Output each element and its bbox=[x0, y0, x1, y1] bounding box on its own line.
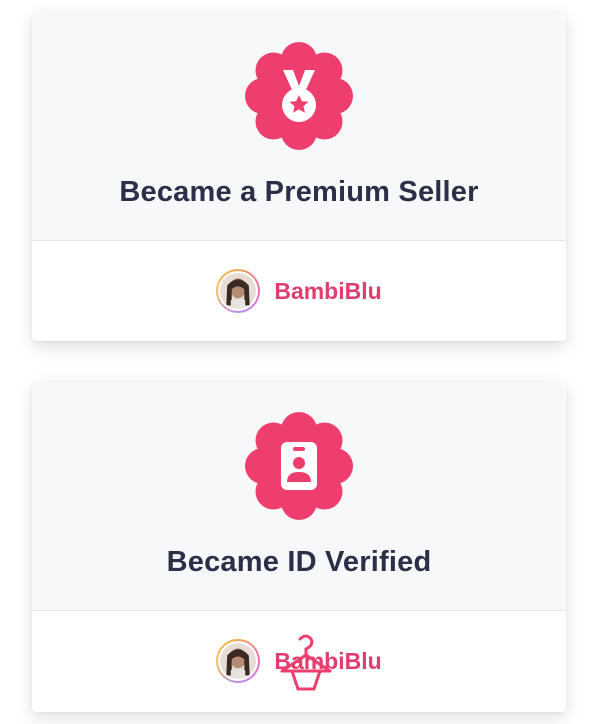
achievement-title: Became ID Verified bbox=[166, 546, 432, 578]
achievement-header: Became a Premium Seller bbox=[32, 12, 566, 241]
achievement-footer: BambiBlu bbox=[32, 611, 566, 711]
user-link[interactable]: BambiBlu bbox=[216, 269, 382, 313]
user-avatar[interactable] bbox=[216, 639, 261, 683]
user-link[interactable]: BambiBlu bbox=[216, 639, 382, 683]
avatar-photo bbox=[218, 641, 259, 681]
user-avatar[interactable] bbox=[216, 269, 261, 313]
achievement-header: Became ID Verified bbox=[32, 382, 566, 611]
medal-star-icon bbox=[245, 42, 353, 150]
username[interactable]: BambiBlu bbox=[274, 648, 381, 675]
achievement-title: Became a Premium Seller bbox=[119, 176, 479, 208]
achievement-card-id-verified: Became ID Verified BambiBlu bbox=[32, 382, 566, 712]
achievements-feed: Became a Premium Seller BambiBlu Became … bbox=[0, 0, 600, 724]
id-badge-icon bbox=[245, 412, 353, 520]
achievement-card-premium-seller: Became a Premium Seller BambiBlu bbox=[32, 12, 566, 341]
avatar-photo bbox=[218, 271, 259, 311]
achievement-footer: BambiBlu bbox=[32, 241, 566, 341]
username[interactable]: BambiBlu bbox=[274, 278, 381, 305]
